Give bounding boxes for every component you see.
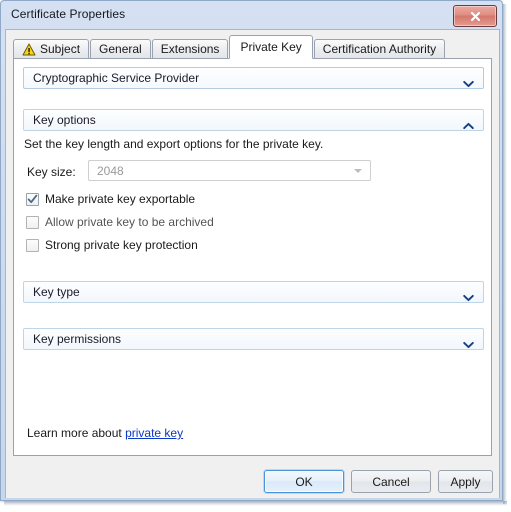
apply-button-label: Apply [450, 474, 481, 489]
title-bar: Certificate Properties [1, 1, 502, 29]
window-shadow-right [503, 4, 507, 504]
tab-general[interactable]: General [90, 39, 151, 59]
ok-button[interactable]: OK [264, 470, 344, 493]
private-key-panel: Cryptographic Service Provider Key optio… [13, 58, 492, 456]
tab-strip: Subject General Extensions Private Key C… [13, 35, 446, 59]
ok-button-label: OK [295, 474, 313, 489]
checkbox-strong-private-key-protection[interactable]: Strong private key protection [26, 238, 198, 252]
provider-combobox-value: Cryptographic Service Provider [33, 71, 200, 85]
tab-label: Certification Authority [322, 42, 437, 56]
checkbox-label: Make private key exportable [45, 192, 196, 206]
private-key-link[interactable]: private key [125, 426, 183, 440]
section-title: Key type [33, 285, 80, 299]
checkbox-box [26, 215, 39, 229]
section-title: Key permissions [33, 332, 122, 346]
tab-certification-authority[interactable]: Certification Authority [313, 39, 446, 59]
chevron-down-icon [463, 289, 474, 302]
apply-button[interactable]: Apply [438, 470, 493, 493]
screenshot-root: Certificate Properties Subject General E… [0, 0, 511, 512]
tab-label: Extensions [160, 42, 220, 56]
provider-combobox[interactable]: Cryptographic Service Provider [23, 67, 484, 89]
certificate-properties-window: Certificate Properties Subject General E… [0, 0, 503, 501]
checkbox-label: Allow private key to be archived [45, 215, 214, 229]
tab-subject[interactable]: Subject [13, 39, 90, 59]
key-options-description: Set the key length and export options fo… [24, 137, 324, 151]
tab-label: Private Key [240, 40, 302, 54]
tab-private-key[interactable]: Private Key [229, 35, 313, 59]
checkbox-box [26, 238, 39, 252]
key-size-combobox[interactable]: 2048 [88, 160, 371, 181]
chevron-up-icon [463, 117, 474, 130]
window-title: Certificate Properties [11, 7, 126, 21]
window-shadow-bottom [4, 501, 507, 506]
section-header-key-type[interactable]: Key type [23, 281, 484, 303]
key-size-label: Key size: [27, 165, 76, 179]
close-icon [454, 6, 496, 26]
checkbox-label: Strong private key protection [45, 238, 198, 252]
tab-extensions[interactable]: Extensions [151, 39, 229, 59]
section-header-key-permissions[interactable]: Key permissions [23, 328, 484, 350]
section-header-key-options[interactable]: Key options [23, 109, 484, 131]
tab-label: Subject [40, 42, 81, 56]
chevron-down-icon [354, 168, 362, 173]
checkbox-make-private-key-exportable[interactable]: Make private key exportable [26, 192, 195, 206]
chevron-down-icon [463, 75, 474, 88]
learn-more-text: Learn more about private key [27, 426, 183, 440]
dialog-client-area: Subject General Extensions Private Key C… [5, 29, 500, 498]
key-size-value: 2048 [97, 163, 124, 178]
learn-more-prefix: Learn more about [27, 426, 126, 440]
checkbox-box [26, 192, 39, 206]
cancel-button[interactable]: Cancel [351, 470, 431, 493]
section-title: Key options [33, 113, 96, 127]
tab-label: General [99, 42, 142, 56]
close-button[interactable] [453, 5, 497, 27]
warning-triangle-icon [22, 43, 36, 56]
chevron-down-icon [463, 336, 474, 349]
checkbox-allow-private-key-archived[interactable]: Allow private key to be archived [26, 215, 214, 229]
cancel-button-label: Cancel [372, 474, 410, 489]
